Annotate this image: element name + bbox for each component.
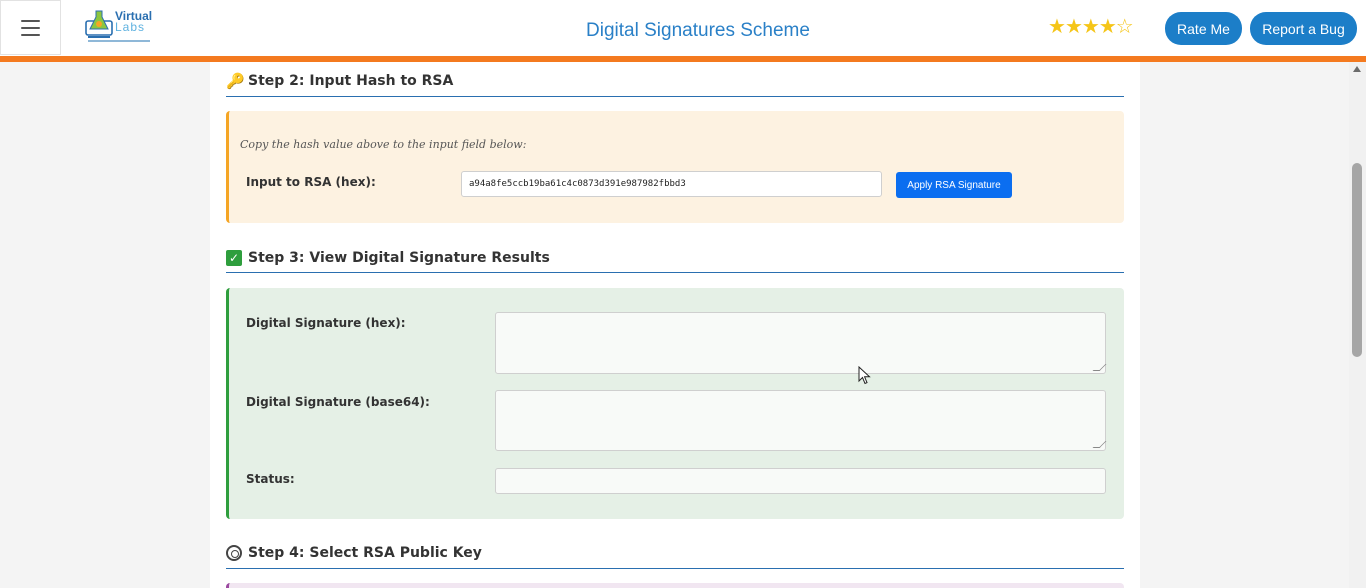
star-filled-icon[interactable]: ★ bbox=[1082, 16, 1100, 38]
report-bug-button[interactable]: Report a Bug bbox=[1250, 12, 1357, 45]
scrollbar-thumb[interactable] bbox=[1352, 163, 1362, 357]
step4-panel bbox=[226, 583, 1124, 588]
rating-stars[interactable]: ★★★★☆ bbox=[1048, 14, 1134, 39]
star-filled-icon[interactable]: ★ bbox=[1065, 16, 1083, 38]
star-empty-icon[interactable]: ☆ bbox=[1116, 16, 1134, 38]
signature-base64-label: Digital Signature (base64): bbox=[246, 395, 430, 409]
step2-title: Step 2: Input Hash to RSA bbox=[248, 73, 454, 89]
step4-title: Step 4: Select RSA Public Key bbox=[248, 545, 482, 561]
scroll-up-arrow-icon[interactable] bbox=[1353, 66, 1361, 72]
star-filled-icon[interactable]: ★ bbox=[1099, 16, 1117, 38]
page-title: Digital Signatures Scheme bbox=[586, 20, 810, 41]
signature-hex-textarea[interactable] bbox=[495, 312, 1107, 374]
step3-divider bbox=[226, 272, 1124, 273]
signature-hex-label: Digital Signature (hex): bbox=[246, 316, 406, 330]
step2-panel bbox=[226, 111, 1124, 223]
step2-hint: Copy the hash value above to the input f… bbox=[240, 138, 527, 151]
rsa-input-field[interactable]: a94a8fe5ccb19ba61c4c0873d391e987982fbbd3 bbox=[461, 171, 882, 197]
status-label: Status: bbox=[246, 472, 295, 486]
star-filled-icon[interactable]: ★ bbox=[1048, 16, 1066, 38]
step3-title: Step 3: View Digital Signature Results bbox=[248, 250, 550, 266]
step2-heading: 🔑 Step 2: Input Hash to RSA bbox=[226, 73, 453, 89]
resize-grip-icon[interactable] bbox=[1092, 441, 1107, 448]
rsa-input-label: Input to RSA (hex): bbox=[246, 175, 376, 189]
gear-icon bbox=[226, 545, 242, 561]
apply-rsa-signature-button[interactable]: Apply RSA Signature bbox=[896, 172, 1012, 198]
step3-heading: ✓ Step 3: View Digital Signature Results bbox=[226, 250, 550, 266]
resize-grip-icon[interactable] bbox=[1092, 364, 1107, 371]
status-field[interactable] bbox=[495, 468, 1106, 494]
step4-heading: Step 4: Select RSA Public Key bbox=[226, 545, 482, 561]
key-icon: 🔑 bbox=[226, 72, 245, 90]
signature-base64-textarea[interactable] bbox=[495, 390, 1107, 451]
step4-divider bbox=[226, 568, 1124, 569]
checkmark-icon: ✓ bbox=[226, 250, 242, 266]
rate-me-button[interactable]: Rate Me bbox=[1165, 12, 1242, 45]
step2-divider bbox=[226, 96, 1124, 97]
